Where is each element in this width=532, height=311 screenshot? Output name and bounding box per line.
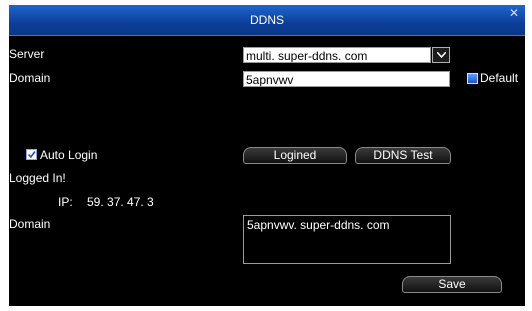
domain-input[interactable]: 5apnvwv [243,71,450,87]
auto-login-label: Auto Login [40,148,98,162]
server-label: Server [9,47,45,61]
ip-value: 59. 37. 47. 3 [87,195,154,209]
save-button[interactable]: Save [402,276,502,293]
auto-login-checkbox[interactable] [26,149,37,160]
domain-label: Domain [9,71,51,85]
title-bar: DDNS ✕ [9,5,525,36]
ip-label: IP: [58,195,73,209]
checkmark-icon [27,151,36,159]
logged-in-status: Logged In! [9,171,66,185]
close-icon[interactable]: ✕ [509,6,519,20]
chevron-down-icon [437,52,446,58]
server-select[interactable]: multi. super-ddns. com [243,47,431,63]
default-checkbox[interactable] [467,73,478,84]
dialog-title: DDNS [249,13,284,27]
ddns-dialog: DDNS ✕ Server multi. super-ddns. com Dom… [9,5,525,306]
default-label: Default [480,71,519,85]
logined-button[interactable]: Logined [243,147,347,164]
server-dropdown-button[interactable] [432,47,450,63]
ddns-test-button[interactable]: DDNS Test [355,147,451,164]
domain-result-box[interactable]: 5apnvwv. super-ddns. com [243,215,451,264]
domain-result-label: Domain [9,217,51,231]
